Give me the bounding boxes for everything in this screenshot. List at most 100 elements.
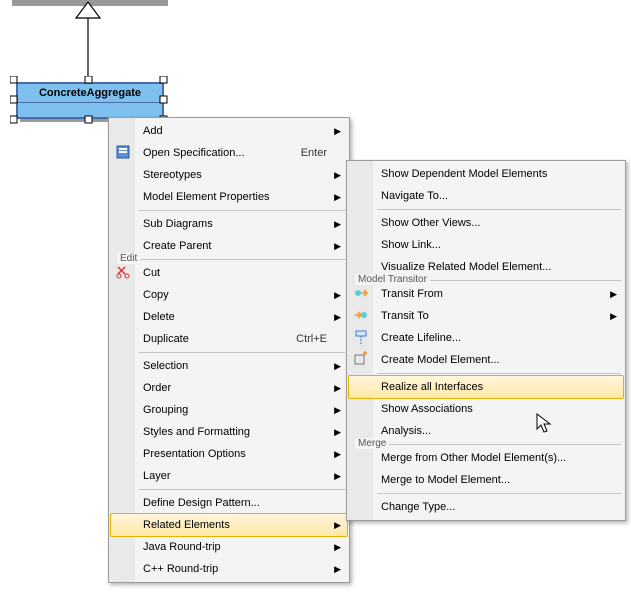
menu-label: Create Model Element... (381, 354, 603, 366)
menu-cpp-roundtrip[interactable]: C++ Round-trip ▶ (111, 558, 347, 580)
menu-analysis[interactable]: Analysis... (349, 420, 623, 442)
menu-layer[interactable]: Layer ▶ (111, 465, 347, 487)
menu-label: Navigate To... (381, 190, 603, 202)
menu-label: Java Round-trip (143, 541, 327, 553)
menu-merge-from[interactable]: Merge from Other Model Element(s)... (349, 447, 623, 469)
submenu-arrow-icon: ▶ (610, 289, 617, 300)
menu-label: Selection (143, 360, 327, 372)
menu-label: Create Parent (143, 240, 327, 252)
menu-transit-to[interactable]: Transit To▶ (349, 305, 623, 327)
menu-shortcut: Ctrl+E (296, 333, 327, 345)
menu-label: Analysis... (381, 425, 603, 437)
submenu-arrow-icon: ▶ (334, 219, 341, 230)
menu-open-spec[interactable]: Open Specification... Enter (111, 142, 347, 164)
menu-separator (139, 489, 345, 490)
menu-create-model-el[interactable]: Create Model Element... (349, 349, 623, 371)
submenu-arrow-icon: ▶ (334, 241, 341, 252)
menu-sub-diagrams[interactable]: Sub Diagrams ▶ (111, 213, 347, 235)
lifeline-icon (353, 329, 369, 345)
submenu-arrow-icon: ▶ (334, 449, 341, 460)
menu-cut[interactable]: Cut (111, 262, 347, 284)
menu-label: Create Lifeline... (381, 332, 603, 344)
menu-label: Presentation Options (143, 448, 327, 460)
menu-label: Copy (143, 289, 327, 301)
gen-arrow (72, 2, 104, 82)
submenu-arrow-icon: ▶ (334, 290, 341, 301)
menu-label: Cut (143, 267, 327, 279)
menu-selection[interactable]: Selection ▶ (111, 355, 347, 377)
menu-separator (377, 209, 621, 210)
menu-label: Sub Diagrams (143, 218, 327, 230)
submenu-arrow-icon: ▶ (334, 126, 341, 137)
menu-model-props[interactable]: Model Element Properties ▶ (111, 186, 347, 208)
menu-label: Visualize Related Model Element... (381, 261, 603, 273)
menu-transit-from[interactable]: Transit From▶ (349, 283, 623, 305)
transit-from-icon (353, 285, 369, 301)
menu-navigate-to[interactable]: Navigate To... (349, 185, 623, 207)
menu-label: Model Element Properties (143, 191, 327, 203)
menu-present[interactable]: Presentation Options ▶ (111, 443, 347, 465)
submenu-arrow-icon: ▶ (334, 564, 341, 575)
related-submenu: Show Dependent Model Elements Navigate T… (346, 160, 626, 521)
menu-label: Show Associations (381, 403, 603, 415)
menu-change-type[interactable]: Change Type... (349, 496, 623, 518)
menu-label: Styles and Formatting (143, 426, 327, 438)
menu-delete[interactable]: Delete ▶ (111, 306, 347, 328)
menu-label: Open Specification... (143, 147, 261, 159)
menu-styles[interactable]: Styles and Formatting ▶ (111, 421, 347, 443)
menu-show-dependent[interactable]: Show Dependent Model Elements (349, 163, 623, 185)
menu-copy[interactable]: Copy ▶ (111, 284, 347, 306)
menu-label: Realize all Interfaces (381, 381, 603, 393)
menu-label: Grouping (143, 404, 327, 416)
submenu-arrow-icon: ▶ (334, 170, 341, 181)
submenu-arrow-icon: ▶ (334, 427, 341, 438)
menu-label: Stereotypes (143, 169, 327, 181)
menu-label: Show Link... (381, 239, 603, 251)
submenu-arrow-icon: ▶ (334, 542, 341, 553)
menu-separator (139, 210, 345, 211)
menu-separator (377, 493, 621, 494)
menu-realize-interfaces[interactable]: Realize all Interfaces (348, 375, 624, 399)
create-element-icon (353, 351, 369, 367)
submenu-arrow-icon: ▶ (334, 383, 341, 394)
menu-show-assoc[interactable]: Show Associations (349, 398, 623, 420)
menu-label: Add (143, 125, 327, 137)
menu-separator (139, 352, 345, 353)
menu-label: Duplicate (143, 333, 256, 345)
menu-order[interactable]: Order ▶ (111, 377, 347, 399)
menu-label: Order (143, 382, 327, 394)
menu-label: Delete (143, 311, 327, 323)
submenu-arrow-icon: ▶ (334, 312, 341, 323)
menu-create-lifeline[interactable]: Create Lifeline... (349, 327, 623, 349)
submenu-arrow-icon: ▶ (334, 405, 341, 416)
menu-label: Layer (143, 470, 327, 482)
submenu-arrow-icon: ▶ (334, 192, 341, 203)
menu-design-pattern[interactable]: Define Design Pattern... (111, 492, 347, 514)
menu-show-link[interactable]: Show Link... (349, 234, 623, 256)
submenu-arrow-icon: ▶ (334, 361, 341, 372)
menu-label: Show Other Views... (381, 217, 603, 229)
menu-merge-to[interactable]: Merge to Model Element... (349, 469, 623, 491)
menu-related-elements[interactable]: Related Elements▶ (110, 513, 348, 537)
menu-show-other-views[interactable]: Show Other Views... (349, 212, 623, 234)
transit-to-icon (353, 307, 369, 323)
menu-label: C++ Round-trip (143, 563, 327, 575)
menu-java-roundtrip[interactable]: Java Round-trip ▶ (111, 536, 347, 558)
menu-shortcut: Enter (301, 147, 327, 159)
menu-stereotypes[interactable]: Stereotypes ▶ (111, 164, 347, 186)
menu-label: Merge from Other Model Element(s)... (381, 452, 603, 464)
menu-label: Transit To (381, 310, 603, 322)
group-edit: Edit (139, 259, 345, 260)
doc-icon (115, 144, 131, 160)
menu-label: Merge to Model Element... (381, 474, 603, 486)
menu-label: Define Design Pattern... (143, 497, 327, 509)
menu-add[interactable]: Add ▶ (111, 120, 347, 142)
menu-create-parent[interactable]: Create Parent ▶ (111, 235, 347, 257)
menu-duplicate[interactable]: Duplicate Ctrl+E (111, 328, 347, 350)
submenu-arrow-icon: ▶ (334, 471, 341, 482)
menu-grouping[interactable]: Grouping ▶ (111, 399, 347, 421)
menu-label: Related Elements (143, 519, 327, 531)
context-menu: Add ▶ Open Specification... Enter Stereoty… (108, 117, 350, 583)
menu-separator (377, 373, 621, 374)
menu-label: Show Dependent Model Elements (381, 168, 603, 180)
